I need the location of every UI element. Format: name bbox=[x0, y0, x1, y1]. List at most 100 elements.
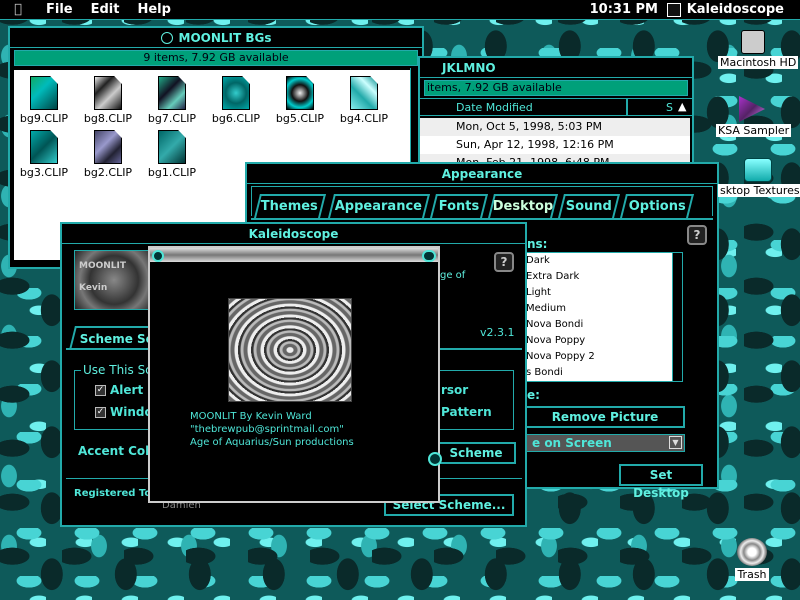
position-select[interactable]: e on Screen ▼ bbox=[525, 434, 685, 452]
file-bg4[interactable]: bg4.CLIP bbox=[334, 76, 394, 125]
menu-edit[interactable]: Edit bbox=[91, 2, 120, 17]
collapse-box-icon[interactable] bbox=[422, 250, 436, 262]
application-menu[interactable]: Kaleidoscope bbox=[666, 2, 784, 17]
moonlit-preview-image bbox=[228, 298, 352, 402]
sampler-app-icon bbox=[739, 96, 765, 122]
tab-appearance[interactable]: Appearance bbox=[328, 194, 430, 218]
position-value: e on Screen bbox=[532, 436, 612, 450]
pattern-item[interactable]: Nova Poppy bbox=[526, 333, 682, 349]
menu-file[interactable]: File bbox=[46, 2, 73, 17]
pattern-item[interactable]: Extra Dark bbox=[526, 269, 682, 285]
credits-production: Age of Aquarius/Sun productions bbox=[190, 437, 354, 448]
dropdown-arrow-icon: ▼ bbox=[669, 436, 682, 449]
tab-sound[interactable]: Sound bbox=[558, 194, 620, 218]
about-box: MOONLIT By Kevin Ward "thebrewpub@sprint… bbox=[148, 246, 442, 503]
appearance-titlebar[interactable]: Appearance bbox=[247, 164, 717, 184]
about-text-fragment: ge of bbox=[440, 270, 466, 281]
pattern-item[interactable]: Nova Poppy 2 bbox=[526, 349, 682, 365]
app-name: Kaleidoscope bbox=[686, 2, 784, 17]
moonlit-titlebar[interactable]: MOONLIT BGs bbox=[10, 28, 422, 48]
file-bg2[interactable]: bg2.CLIP bbox=[78, 130, 138, 179]
kaleidoscope-title: Kaleidoscope bbox=[248, 226, 339, 241]
about-credits: MOONLIT By Kevin Ward "thebrewpub@sprint… bbox=[190, 410, 354, 449]
checkbox-icon: ✓ bbox=[95, 385, 106, 396]
trash-can-icon bbox=[737, 538, 767, 566]
accent-color-label: Accent Colo bbox=[78, 444, 158, 458]
kaleidoscope-logo: MOONLIT Kevin bbox=[74, 250, 154, 310]
macintosh-hd-icon[interactable]: Macintosh HD bbox=[718, 30, 799, 69]
kaleidoscope-titlebar[interactable]: Kaleidoscope bbox=[62, 224, 525, 244]
registered-to-label: Registered To bbox=[74, 488, 152, 499]
file-bg8[interactable]: bg8.CLIP bbox=[78, 76, 138, 125]
moonlit-title: MOONLIT BGs bbox=[178, 30, 272, 45]
tab-options[interactable]: Options bbox=[620, 194, 694, 218]
menubar:  File Edit Help 10:31 PM Kaleidoscope bbox=[0, 0, 800, 20]
list-row[interactable]: Mon, Oct 5, 1998, 5:03 PM bbox=[420, 118, 690, 136]
pattern-item[interactable]: Light bbox=[526, 285, 682, 301]
trash-icon[interactable]: Trash bbox=[730, 538, 774, 581]
list-row[interactable]: Sun, Apr 12, 1998, 12:16 PM bbox=[420, 136, 690, 154]
menubar-clock[interactable]: 10:31 PM bbox=[590, 2, 658, 17]
pattern-item[interactable]: Medium bbox=[526, 301, 682, 317]
file-bg6[interactable]: bg6.CLIP bbox=[206, 76, 266, 125]
column-date-modified[interactable]: Date Modified bbox=[456, 101, 533, 114]
file-bg3[interactable]: bg3.CLIP bbox=[14, 130, 74, 179]
checkbox-icon: ✓ bbox=[95, 407, 106, 418]
use-this-scheme-label: Use This Sc bbox=[81, 363, 154, 377]
picture-label: e: bbox=[527, 388, 540, 402]
menu-help[interactable]: Help bbox=[137, 2, 170, 17]
kaleidoscope-help-button[interactable]: ? bbox=[494, 252, 514, 272]
tab-fonts[interactable]: Fonts bbox=[430, 194, 488, 218]
jklmno-window: JKLMNO items, 7.92 GB available Date Mod… bbox=[418, 56, 694, 176]
moonlit-status: 9 items, 7.92 GB available bbox=[14, 50, 418, 66]
file-bg1[interactable]: bg1.CLIP bbox=[142, 130, 202, 179]
pattern-item[interactable]: Dark bbox=[526, 253, 682, 269]
document-icon bbox=[30, 130, 58, 164]
jklmno-status: items, 7.92 GB available bbox=[424, 80, 688, 96]
document-icon bbox=[350, 76, 378, 110]
file-bg7[interactable]: bg7.CLIP bbox=[142, 76, 202, 125]
apple-menu-icon[interactable]:  bbox=[8, 2, 28, 17]
close-box-icon[interactable] bbox=[152, 250, 164, 262]
list-header: Date Modified S ▲ bbox=[420, 98, 692, 116]
file-bg9[interactable]: bg9.CLIP bbox=[14, 76, 74, 125]
pattern-list[interactable]: Dark Extra Dark Light Medium Nova Bondi … bbox=[523, 252, 683, 382]
version-label: v2.3.1 bbox=[480, 326, 515, 339]
desktop-textures-icon[interactable]: sktop Textures bbox=[718, 158, 800, 197]
document-icon bbox=[158, 76, 186, 110]
folder-icon bbox=[160, 31, 173, 44]
document-icon bbox=[158, 130, 186, 164]
document-icon bbox=[286, 76, 314, 110]
document-icon bbox=[94, 76, 122, 110]
scheme-button[interactable]: Scheme bbox=[436, 442, 516, 464]
scroll-up-arrow-icon[interactable]: ▲ bbox=[678, 100, 686, 113]
jklmno-titlebar[interactable]: JKLMNO bbox=[420, 58, 692, 78]
ksa-sampler-icon[interactable]: KSA Sampler bbox=[716, 96, 792, 137]
jklmno-title: JKLMNO bbox=[442, 60, 496, 75]
about-drag-bar[interactable] bbox=[150, 248, 438, 264]
document-icon bbox=[222, 76, 250, 110]
kaleidoscope-app-icon bbox=[666, 2, 681, 17]
pattern-option[interactable]: Pattern bbox=[441, 405, 492, 419]
file-bg5[interactable]: bg5.CLIP bbox=[270, 76, 330, 125]
credits-email: "thebrewpub@sprintmail.com" bbox=[190, 424, 344, 435]
remove-picture-button[interactable]: Remove Picture bbox=[525, 406, 685, 428]
document-icon bbox=[94, 130, 122, 164]
column-s[interactable]: S bbox=[666, 101, 673, 114]
set-desktop-button[interactable]: Set Desktop bbox=[619, 464, 703, 500]
appearance-help-button[interactable]: ? bbox=[687, 225, 707, 245]
cursor-option[interactable]: rsor bbox=[441, 383, 468, 397]
tab-themes[interactable]: Themes bbox=[254, 194, 326, 218]
window-option[interactable]: ✓ Windo bbox=[95, 405, 153, 419]
pattern-item[interactable]: s Bondi bbox=[526, 365, 682, 381]
folder-icon bbox=[744, 158, 772, 182]
pattern-item[interactable]: Nova Bondi bbox=[526, 317, 682, 333]
document-icon bbox=[30, 76, 58, 110]
alert-option[interactable]: ✓ Alert bbox=[95, 383, 143, 397]
pattern-list-scrollbar[interactable] bbox=[672, 253, 682, 381]
credits-author: MOONLIT By Kevin Ward bbox=[190, 411, 312, 422]
appearance-title: Appearance bbox=[441, 166, 523, 181]
resize-knob-icon[interactable] bbox=[428, 452, 442, 466]
tab-desktop[interactable]: Desktop bbox=[488, 194, 558, 218]
patterns-label: ns: bbox=[527, 237, 548, 251]
